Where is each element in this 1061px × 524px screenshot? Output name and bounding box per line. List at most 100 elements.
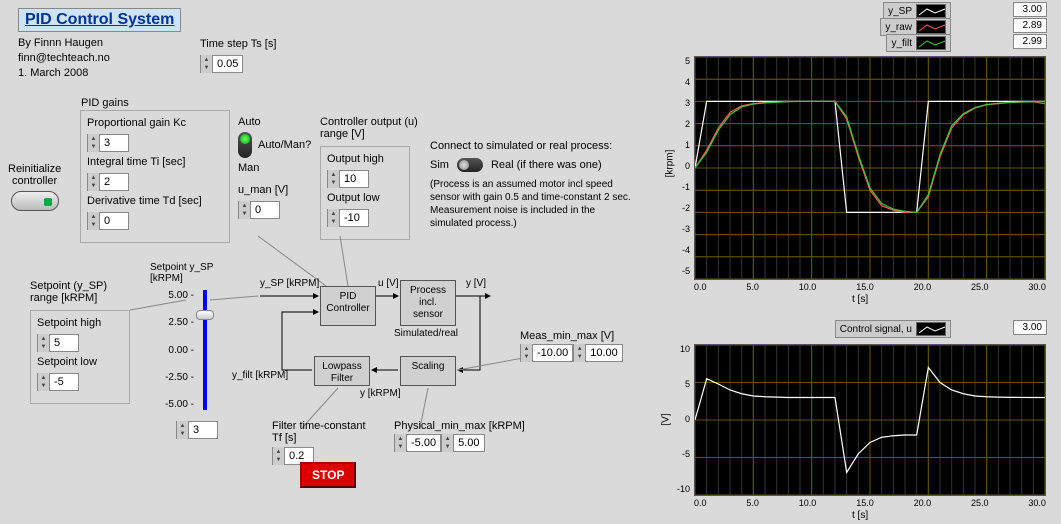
sphigh-label: Setpoint high — [37, 317, 123, 329]
kc-input[interactable]: 3 — [87, 134, 129, 152]
legend-swatch-icon — [916, 4, 946, 18]
meas-label: Meas_min_max [V] — [520, 330, 623, 342]
xtick: 10.0 — [799, 282, 817, 292]
author-by: By Finnn Haugen — [18, 36, 110, 51]
td-label: Derivative time Td [sec] — [87, 195, 223, 207]
sig-yfilt: y_filt [kRPM] — [232, 370, 288, 381]
ytick: -5 — [672, 449, 690, 459]
xtick: 15.0 — [856, 498, 874, 508]
block-pid: PID Controller — [320, 286, 376, 326]
xtick: 20.0 — [914, 498, 932, 508]
xtick: 25.0 — [971, 282, 989, 292]
author-block: By Finnn Haugen finn@techteach.no 1. Mar… — [18, 36, 110, 81]
xtick: 20.0 — [914, 282, 932, 292]
stepper-icon[interactable] — [442, 434, 454, 452]
td-input[interactable]: 0 — [87, 212, 129, 230]
legend-yfilt: y_filt — [891, 38, 912, 49]
slider-tick: -2.50 - — [160, 372, 194, 383]
xtick: 30.0 — [1028, 282, 1046, 292]
stepper-icon[interactable] — [521, 344, 533, 362]
sig-ysp: y_SP [kRPM] — [260, 278, 319, 289]
phys-max-input[interactable]: 5.00 — [441, 434, 484, 452]
stepper-icon[interactable] — [201, 55, 213, 73]
setpoint-slider[interactable]: 5.00 - 2.50 - 0.00 - -2.50 - -5.00 - — [196, 290, 214, 410]
meas-max-input[interactable]: 10.00 — [573, 344, 623, 362]
ytick: 5 — [672, 56, 690, 66]
slider-value-input[interactable]: 3 — [176, 421, 218, 439]
splow-label: Setpoint low — [37, 356, 123, 368]
ysp-value: 3.00 — [1013, 2, 1047, 17]
yfilt-value: 2.99 — [1013, 34, 1047, 49]
ctrlout-title: Controller output (u) range [V] — [320, 116, 418, 140]
xtick: 0.0 — [694, 282, 707, 292]
block-scaling: Scaling — [400, 356, 456, 386]
ti-label: Integral time Ti [sec] — [87, 156, 223, 168]
ytick: 5 — [672, 379, 690, 389]
connect-label: Connect to simulated or real process: — [430, 140, 640, 152]
ytick: 4 — [672, 77, 690, 87]
u-value: 3.00 — [1013, 320, 1047, 335]
ytick: -4 — [672, 245, 690, 255]
slider-thumb[interactable] — [196, 310, 214, 320]
slider-tick: 0.00 - — [160, 345, 194, 356]
stop-button[interactable]: STOP — [300, 462, 356, 488]
ti-input[interactable]: 2 — [87, 173, 129, 191]
app-title: PID Control System — [18, 8, 181, 32]
ytick: -3 — [672, 224, 690, 234]
timestep-label: Time step Ts [s] — [200, 38, 276, 50]
outlow-input[interactable]: -10 — [327, 209, 369, 227]
xtick: 15.0 — [856, 282, 874, 292]
sig-ykrpm: y [kRPM] — [360, 388, 401, 399]
stepper-icon[interactable] — [38, 373, 50, 391]
stepper-icon[interactable] — [177, 421, 189, 439]
chart1-plot[interactable] — [694, 56, 1046, 280]
sim-real-toggle[interactable] — [457, 158, 483, 172]
legend-ysp: y_SP — [888, 6, 912, 17]
sp-range-title: Setpoint (y_SP) range [kRPM] — [30, 280, 130, 304]
stepper-icon[interactable] — [88, 173, 100, 191]
reinit-button[interactable] — [11, 191, 59, 211]
process-desc: (Process is an assumed motor incl speed … — [430, 178, 640, 230]
phys-min-input[interactable]: -5.00 — [394, 434, 441, 452]
man-label: Man — [238, 162, 311, 174]
slider-tick: 2.50 - — [160, 317, 194, 328]
stepper-icon[interactable] — [328, 170, 340, 188]
ytick: -10 — [672, 484, 690, 494]
legend-swatch-icon — [916, 322, 946, 336]
stepper-icon[interactable] — [574, 344, 586, 362]
ytick: 2 — [672, 119, 690, 129]
slider-tick: 5.00 - — [160, 290, 194, 301]
stepper-icon[interactable] — [88, 212, 100, 230]
outhigh-input[interactable]: 10 — [327, 170, 369, 188]
stepper-icon[interactable] — [239, 201, 251, 219]
stepper-icon[interactable] — [273, 447, 285, 465]
simreal-sub: Simulated/real — [394, 328, 458, 339]
stepper-icon[interactable] — [328, 209, 340, 227]
xtick: 10.0 — [799, 498, 817, 508]
sphigh-input[interactable]: 5 — [37, 334, 79, 352]
timestep-input[interactable]: 0.05 — [200, 55, 243, 73]
filter-label: Filter time-constant Tf [s] — [272, 420, 366, 444]
uman-input[interactable]: 0 — [238, 201, 280, 219]
meas-min-input[interactable]: -10.00 — [520, 344, 573, 362]
ytick: 10 — [672, 344, 690, 354]
xtick: 30.0 — [1028, 498, 1046, 508]
legend-u: Control signal, u — [840, 324, 912, 335]
block-process: Process incl. sensor — [400, 280, 456, 326]
stepper-icon[interactable] — [38, 334, 50, 352]
ytick: 3 — [672, 98, 690, 108]
legend-swatch-icon — [916, 36, 946, 50]
outlow-label: Output low — [327, 192, 403, 204]
stepper-icon[interactable] — [88, 134, 100, 152]
real-label: Real (if there was one) — [491, 159, 602, 171]
stepper-icon[interactable] — [395, 434, 407, 452]
uman-label: u_man [V] — [238, 184, 311, 196]
author-date: 1. March 2008 — [18, 66, 110, 81]
reinit-block: Reinitialize controller — [8, 163, 61, 211]
chart2-plot[interactable] — [694, 344, 1046, 496]
sig-y: y [V] — [466, 278, 486, 289]
slider-title: Setpoint y_SP [kRPM] — [150, 262, 213, 284]
auto-man-toggle[interactable] — [238, 132, 252, 158]
legend-yraw: y_raw — [885, 22, 912, 33]
splow-input[interactable]: -5 — [37, 373, 79, 391]
